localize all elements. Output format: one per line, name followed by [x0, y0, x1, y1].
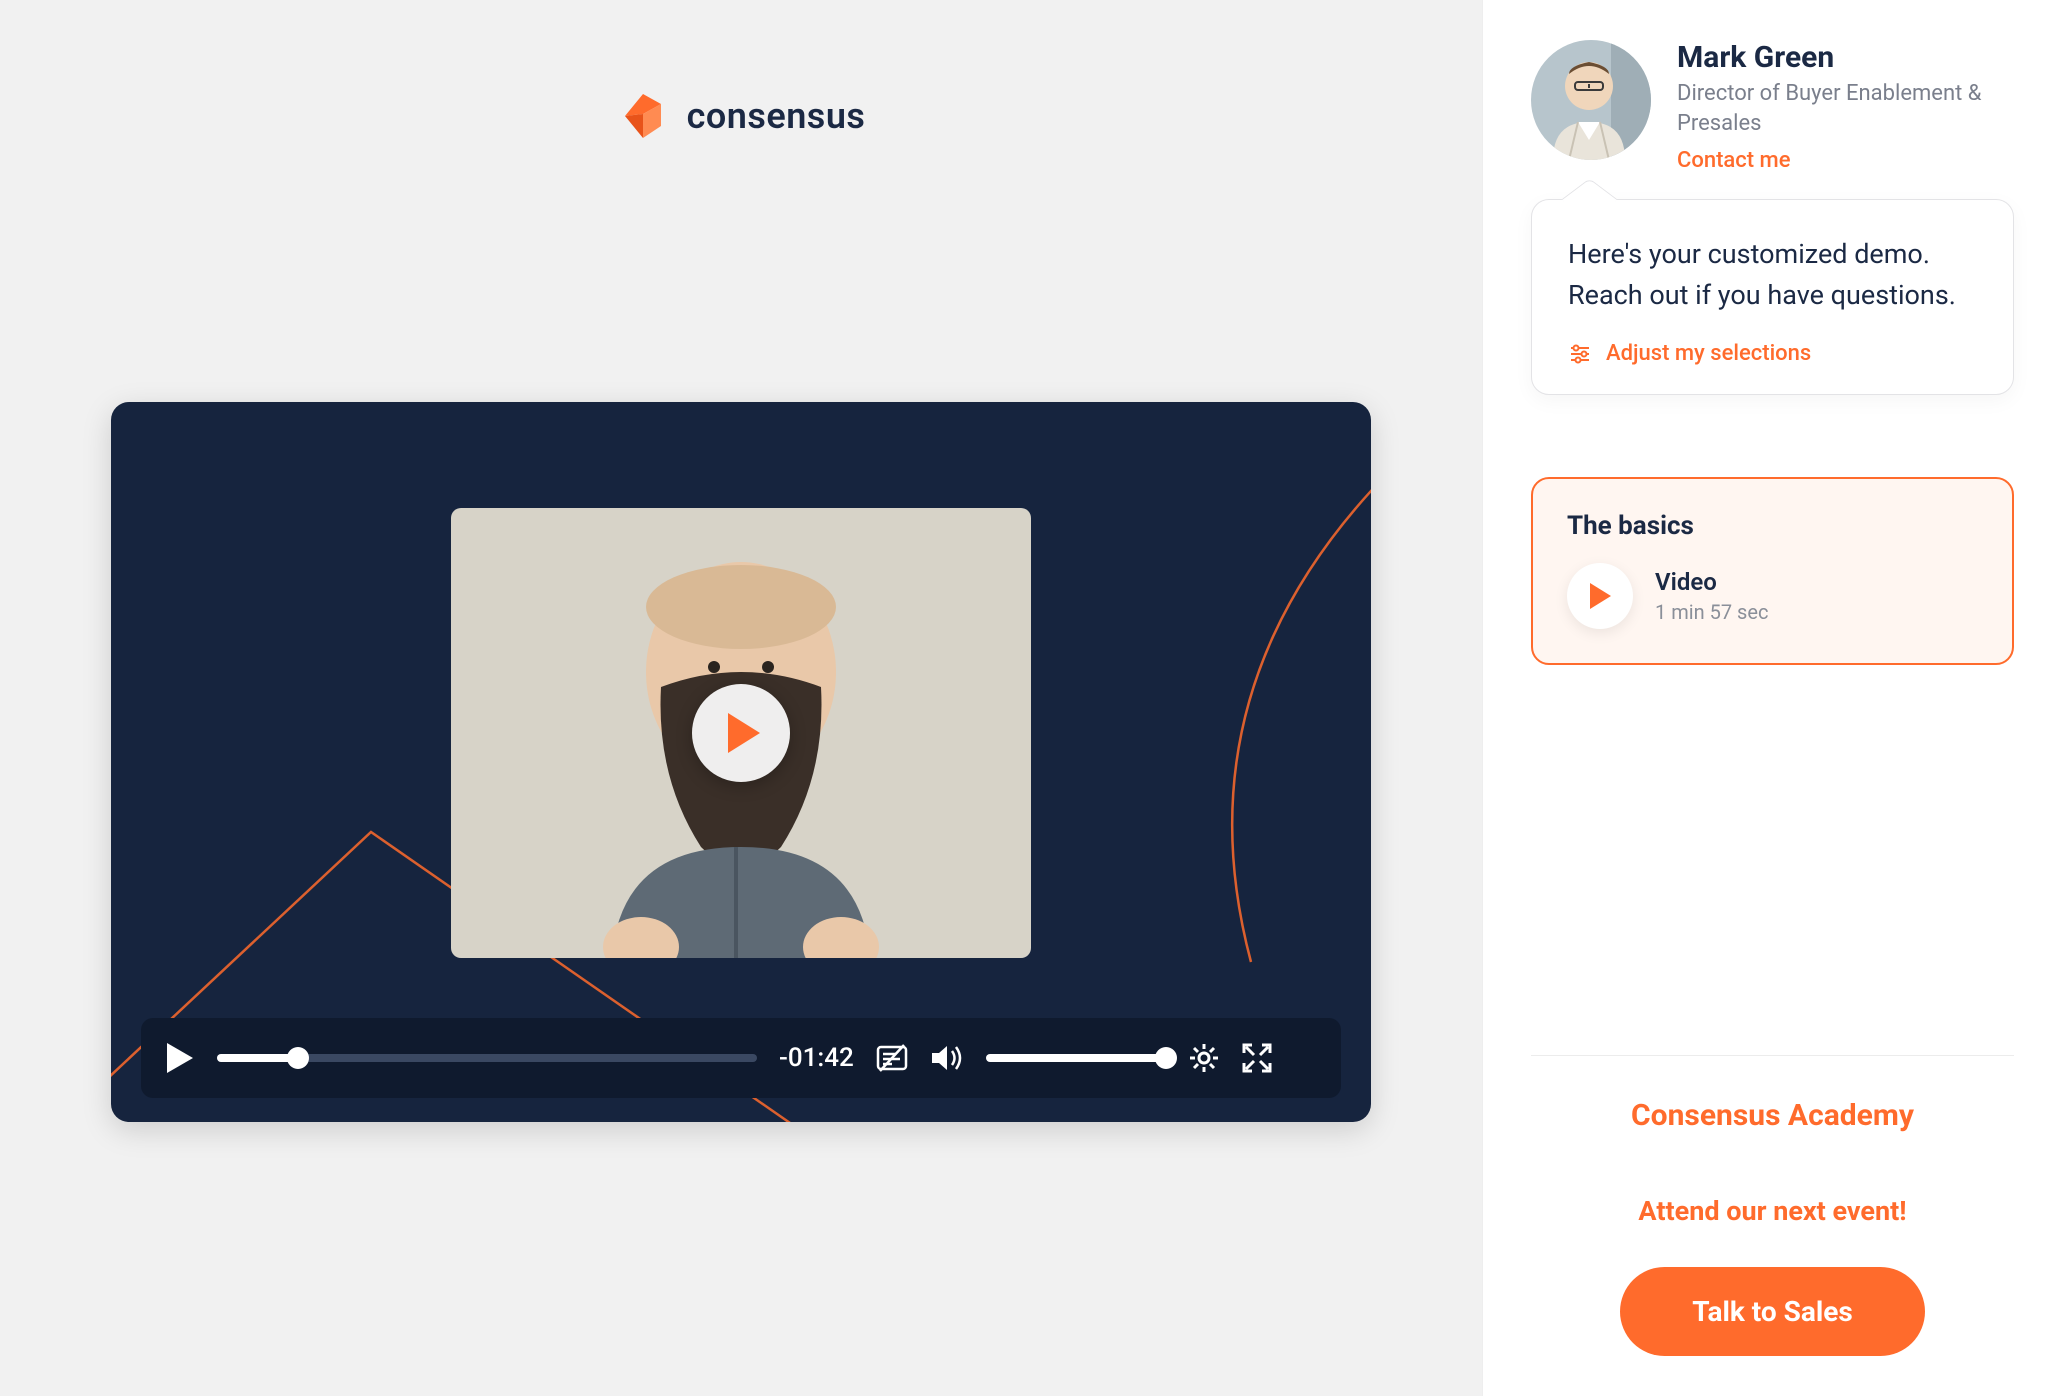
- brand-name: consensus: [687, 95, 866, 137]
- sidebar: Mark Green Director of Buyer Enablement …: [1482, 0, 2062, 1396]
- message-text: Here's your customized demo. Reach out i…: [1568, 234, 1977, 315]
- seek-bar[interactable]: [217, 1054, 757, 1062]
- volume-slider[interactable]: [986, 1054, 1166, 1062]
- play-button-overlay[interactable]: [692, 684, 790, 782]
- contact-card: Mark Green Director of Buyer Enablement …: [1531, 40, 2014, 173]
- contact-me-link[interactable]: Contact me: [1677, 148, 2014, 173]
- captions-icon: [876, 1043, 908, 1073]
- module-item[interactable]: Video 1 min 57 sec: [1567, 563, 1978, 629]
- module-item-kind: Video: [1655, 568, 1768, 596]
- sliders-icon: [1568, 342, 1592, 366]
- sidebar-footer: Consensus Academy Attend our next event!…: [1531, 1055, 2014, 1356]
- settings-button[interactable]: [1188, 1042, 1220, 1074]
- contact-role: Director of Buyer Enablement & Presales: [1677, 79, 2014, 138]
- fullscreen-icon: [1242, 1043, 1272, 1073]
- module-item-duration: 1 min 57 sec: [1655, 600, 1768, 624]
- video-controls: -01:42: [141, 1018, 1341, 1098]
- talk-to-sales-button[interactable]: Talk to Sales: [1620, 1267, 1925, 1356]
- module-title: The basics: [1567, 511, 1978, 541]
- play-icon: [724, 711, 764, 755]
- video-player[interactable]: -01:42: [111, 402, 1371, 1122]
- time-remaining: -01:42: [779, 1043, 854, 1073]
- event-link[interactable]: Attend our next event!: [1531, 1195, 2014, 1227]
- module-play-button[interactable]: [1567, 563, 1633, 629]
- message-bubble: Here's your customized demo. Reach out i…: [1531, 199, 2014, 395]
- captions-button[interactable]: [876, 1043, 908, 1073]
- play-button[interactable]: [165, 1041, 195, 1075]
- brand-logo-mark: [617, 90, 669, 142]
- volume-button[interactable]: [930, 1043, 964, 1073]
- adjust-selections-link[interactable]: Adjust my selections: [1568, 341, 1977, 366]
- fullscreen-button[interactable]: [1242, 1043, 1272, 1073]
- gear-icon: [1188, 1042, 1220, 1074]
- contact-name: Mark Green: [1677, 40, 2014, 75]
- volume-icon: [930, 1043, 964, 1073]
- brand-logo: consensus: [617, 90, 866, 142]
- adjust-selections-label: Adjust my selections: [1606, 341, 1811, 366]
- video-frame: [451, 508, 1031, 958]
- play-icon: [1587, 581, 1613, 611]
- academy-link[interactable]: Consensus Academy: [1531, 1098, 2014, 1133]
- module-card[interactable]: The basics Video 1 min 57 sec: [1531, 477, 2014, 665]
- avatar: [1531, 40, 1651, 160]
- play-icon: [165, 1041, 195, 1075]
